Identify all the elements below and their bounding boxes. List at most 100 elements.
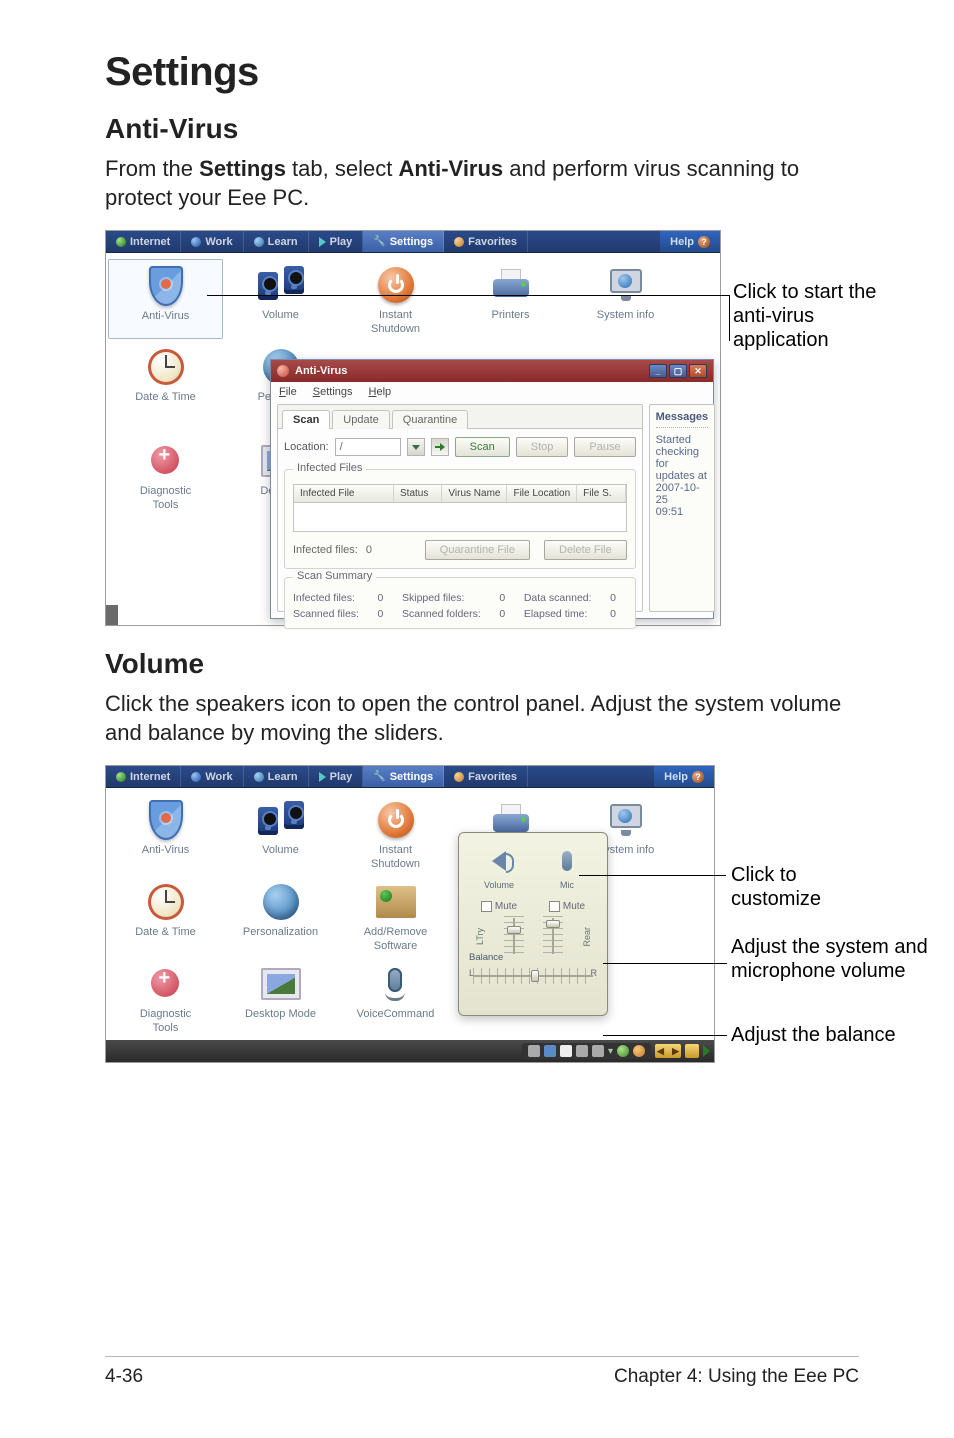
mic-slider[interactable] xyxy=(543,916,563,956)
av-tab-update[interactable]: Update xyxy=(332,410,389,429)
volume-slider[interactable] xyxy=(504,916,524,956)
launcher-volume[interactable]: Volume xyxy=(223,794,338,874)
launcher-date-time[interactable]: Date & Time xyxy=(108,341,223,411)
mute-volume-checkbox[interactable]: Mute xyxy=(481,901,517,912)
wrench-icon: 🔧 xyxy=(373,236,385,247)
launcher-label: System info xyxy=(568,309,683,321)
minimize-button[interactable]: _ xyxy=(649,364,667,378)
annotation-customize: Click to customize xyxy=(731,863,859,911)
av-tab-quarantine[interactable]: Quarantine xyxy=(392,410,468,429)
globe-icon xyxy=(116,772,126,782)
tab-label: Play xyxy=(330,771,353,783)
checkbox-label: Mute xyxy=(495,901,517,912)
launcher-voice-command[interactable]: VoiceCommand xyxy=(338,958,453,1038)
input-switch[interactable]: ◀▶ xyxy=(655,1044,681,1058)
stop-button[interactable]: Stop xyxy=(516,437,569,457)
tab-label: Favorites xyxy=(468,236,517,248)
balance-slider[interactable] xyxy=(473,970,593,982)
launcher-antivirus[interactable]: Anti-Virus xyxy=(108,259,223,339)
tab-favorites[interactable]: Favorites xyxy=(444,231,528,252)
tab-play[interactable]: Play xyxy=(309,766,364,787)
help-button[interactable]: Help? xyxy=(660,231,720,252)
sum-value: 0 xyxy=(499,608,515,620)
col-status[interactable]: Status xyxy=(394,485,442,502)
menu-settings[interactable]: Settings xyxy=(313,386,353,398)
delete-file-button[interactable]: Delete File xyxy=(544,540,627,560)
launcher-printers[interactable]: Printers xyxy=(453,259,568,339)
launcher-label: Printers xyxy=(453,309,568,321)
clock-icon xyxy=(148,884,184,920)
col-file[interactable]: Infected File xyxy=(294,485,394,502)
tray-icon[interactable] xyxy=(528,1045,540,1057)
tray-icon[interactable] xyxy=(560,1045,572,1057)
mute-mic-checkbox[interactable]: Mute xyxy=(549,901,585,912)
sum-label: Infected files: xyxy=(293,592,370,604)
text: From the xyxy=(105,156,199,181)
desktop-icon xyxy=(261,968,301,1000)
browse-button[interactable] xyxy=(431,438,449,456)
tray-icon[interactable] xyxy=(617,1045,629,1057)
scan-button[interactable]: Scan xyxy=(455,437,510,457)
launcher-antivirus[interactable]: Anti-Virus xyxy=(108,794,223,874)
tray-icon[interactable] xyxy=(633,1045,645,1057)
shield-icon xyxy=(149,800,183,840)
launcher-instant-shutdown[interactable]: Instant Shutdown xyxy=(338,794,453,874)
show-desktop-icon[interactable] xyxy=(703,1045,710,1057)
mixer-mic-icon[interactable]: Mic xyxy=(550,844,584,890)
leader-line xyxy=(603,963,727,964)
help-label: Help xyxy=(664,771,688,783)
tab-label: Internet xyxy=(130,771,170,783)
tab-work[interactable]: Work xyxy=(181,766,243,787)
launcher-personalization[interactable]: Personalization xyxy=(223,876,338,956)
launcher-date-time[interactable]: Date & Time xyxy=(108,876,223,956)
checkbox-icon xyxy=(549,901,560,912)
tab-play[interactable]: Play xyxy=(309,231,364,252)
tray-button[interactable] xyxy=(685,1044,699,1058)
diagnostic-icon xyxy=(147,965,185,1003)
tab-learn[interactable]: Learn xyxy=(244,231,309,252)
help-button[interactable]: Help? xyxy=(654,766,714,787)
page-title: Settings xyxy=(105,50,859,95)
launcher-instant-shutdown[interactable]: Instant Shutdown xyxy=(338,259,453,339)
tab-work[interactable]: Work xyxy=(181,231,243,252)
close-button[interactable]: ✕ xyxy=(689,364,707,378)
launcher-diagnostic-tools[interactable]: Diagnostic Tools xyxy=(108,435,223,515)
tab-settings[interactable]: 🔧Settings xyxy=(363,766,444,787)
antivirus-window: Anti-Virus _ ▢ ✕ File Settings Help Sc xyxy=(270,359,714,619)
menu-file[interactable]: File xyxy=(279,386,297,398)
tray-icon[interactable] xyxy=(592,1045,604,1057)
maximize-button[interactable]: ▢ xyxy=(669,364,687,378)
tray-icon[interactable] xyxy=(544,1045,556,1057)
launcher-system-info[interactable]: System info xyxy=(568,259,683,339)
launcher-diagnostic-tools[interactable]: Diagnostic Tools xyxy=(108,958,223,1038)
col-virus[interactable]: Virus Name xyxy=(442,485,507,502)
launcher-desktop-mode[interactable]: Desktop Mode xyxy=(223,958,338,1038)
group-infected-files: Infected Files xyxy=(293,462,366,474)
col-location[interactable]: File Location xyxy=(507,485,577,502)
launcher-label-l1: Instant xyxy=(338,309,453,321)
location-dropdown[interactable] xyxy=(407,438,425,456)
window-titlebar[interactable]: Anti-Virus _ ▢ ✕ xyxy=(271,360,713,382)
pause-button[interactable]: Pause xyxy=(574,437,635,457)
mixer-volume-icon[interactable]: Volume xyxy=(482,844,516,890)
tab-settings[interactable]: 🔧Settings xyxy=(363,231,444,252)
tab-favorites[interactable]: Favorites xyxy=(444,766,528,787)
side-label: Rear xyxy=(582,925,592,949)
launcher-add-remove[interactable]: Add/Remove Software xyxy=(338,876,453,956)
tray-icon[interactable] xyxy=(576,1045,588,1057)
launcher-volume[interactable]: Volume xyxy=(223,259,338,339)
system-tray[interactable]: ▾ xyxy=(522,1043,651,1059)
main-tabs: Internet Work Learn Play 🔧Settings Favor… xyxy=(106,231,720,253)
infected-grid[interactable]: Infected File Status Virus Name File Loc… xyxy=(293,484,627,532)
menu-help[interactable]: Help xyxy=(369,386,392,398)
tray-expand-icon[interactable]: ▾ xyxy=(608,1046,613,1057)
quarantine-file-button[interactable]: Quarantine File xyxy=(425,540,530,560)
av-tab-scan[interactable]: Scan xyxy=(282,410,330,429)
tab-learn[interactable]: Learn xyxy=(244,766,309,787)
tab-internet[interactable]: Internet xyxy=(106,766,181,787)
tab-label: Work xyxy=(205,771,232,783)
location-input[interactable]: / xyxy=(335,438,401,456)
col-size[interactable]: File S. xyxy=(577,485,625,502)
tab-internet[interactable]: Internet xyxy=(106,231,181,252)
settings-icons-row-1: Anti-Virus Volume Instant Shutdown Print… xyxy=(106,788,714,876)
